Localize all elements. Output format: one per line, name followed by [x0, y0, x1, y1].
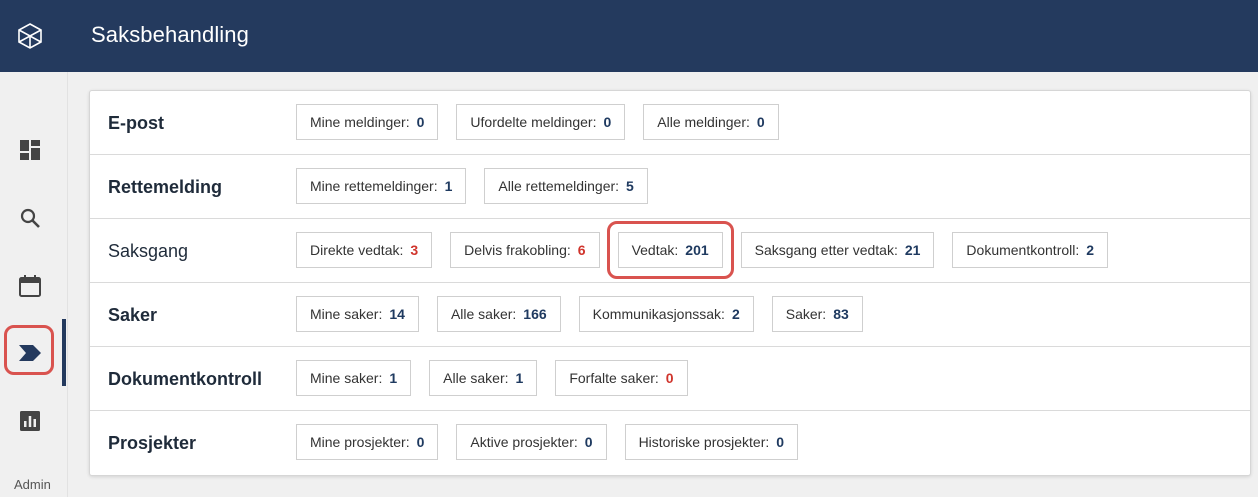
- chip-ufordelte-meldinger[interactable]: Ufordelte meldinger: 0: [456, 104, 626, 140]
- chip-kommunikasjonssak[interactable]: Kommunikasjonssak: 2: [578, 296, 754, 332]
- chip-saker[interactable]: Saker: 83: [771, 296, 863, 332]
- chip-count: 0: [416, 114, 425, 130]
- chip-count: 6: [577, 242, 586, 258]
- chip-historiske-prosjekter[interactable]: Historiske prosjekter: 0: [624, 424, 799, 460]
- section-label: Saksgang: [108, 241, 189, 261]
- chip-count: 0: [416, 434, 425, 450]
- search-icon: [20, 208, 40, 228]
- chip-vedtak-wrapper: Vedtak: 201: [606, 221, 734, 279]
- chip-count: 166: [523, 306, 547, 322]
- sidebar-item-search[interactable]: [0, 196, 60, 240]
- chip-saksgang-etter-vedtak[interactable]: Saksgang etter vedtak: 21: [740, 232, 935, 268]
- chip-count: 1: [515, 370, 524, 386]
- chip-count: 83: [833, 306, 849, 322]
- chip-alle-meldinger[interactable]: Alle meldinger: 0: [643, 104, 779, 140]
- chip-mine-prosjekter[interactable]: Mine prosjekter: 0: [296, 424, 439, 460]
- chip-alle-rettemeldinger[interactable]: Alle rettemeldinger: 5: [484, 168, 648, 204]
- chip-count: 201: [685, 242, 709, 258]
- section-label: Prosjekter: [108, 433, 197, 453]
- top-bar: Saksbehandling: [0, 0, 1258, 72]
- overview-panel: E-post Mine meldinger: 0 Ufordelte meldin…: [89, 90, 1251, 476]
- chip-count: 2: [1086, 242, 1095, 258]
- chip-mine-rettemeldinger[interactable]: Mine rettemeldinger: 1: [296, 168, 467, 204]
- section-label: Dokumentkontroll: [108, 369, 263, 389]
- chip-aktive-prosjekter[interactable]: Aktive prosjekter: 0: [456, 424, 607, 460]
- chip-count: 3: [410, 242, 419, 258]
- chip-count: 0: [603, 114, 612, 130]
- section-dokumentkontroll: Dokumentkontroll Mine saker: 1 Alle saker…: [90, 347, 1250, 411]
- chip-count: 5: [626, 178, 634, 194]
- bar-chart-icon: [20, 411, 40, 431]
- sidebar-item-calendar[interactable]: [0, 264, 60, 308]
- dashboard-icon: [20, 140, 40, 160]
- hexagon-logo-icon[interactable]: [16, 22, 44, 50]
- chip-dokumentkontroll[interactable]: Dokumentkontroll: 2: [952, 232, 1109, 268]
- chip-vedtak[interactable]: Vedtak: 201: [617, 232, 723, 268]
- chip-delvis-frakobling[interactable]: Delvis frakobling: 6: [450, 232, 600, 268]
- sidebar-item-dashboard[interactable]: [0, 128, 60, 172]
- section-label: E-post: [108, 113, 164, 133]
- chip-alle-saker[interactable]: Alle saker: 1: [429, 360, 538, 396]
- chip-count: 14: [389, 306, 405, 322]
- sidebar: Admin: [0, 72, 68, 497]
- section-saker: Saker Mine saker: 14 Alle saker: 166 Kommu…: [90, 283, 1250, 347]
- sidebar-item-reports[interactable]: [0, 399, 60, 443]
- section-label: Saker: [108, 305, 158, 325]
- chip-count: 0: [776, 434, 785, 450]
- admin-link[interactable]: Admin: [14, 477, 51, 492]
- section-e-post: E-post Mine meldinger: 0 Ufordelte meldin…: [90, 91, 1250, 155]
- chip-alle-saker[interactable]: Alle saker: 166: [436, 296, 561, 332]
- chip-forfalte-saker[interactable]: Forfalte saker: 0: [555, 360, 688, 396]
- chip-count: 0: [584, 434, 593, 450]
- chip-direkte-vedtak[interactable]: Direkte vedtak: 3: [296, 232, 433, 268]
- chip-count: 0: [756, 114, 765, 130]
- app-title: Saksbehandling: [91, 22, 249, 47]
- section-prosjekter: Prosjekter Mine prosjekter: 0 Aktive pros…: [90, 411, 1250, 475]
- chip-mine-saker[interactable]: Mine saker: 14: [296, 296, 419, 332]
- calendar-icon: [19, 275, 41, 297]
- chevron-right-icon: [19, 345, 41, 361]
- section-label: Rettemelding: [108, 177, 223, 197]
- chip-mine-saker[interactable]: Mine saker: 1: [296, 360, 412, 396]
- chip-mine-meldinger[interactable]: Mine meldinger: 0: [296, 104, 439, 140]
- active-indicator: [62, 319, 66, 386]
- section-saksgang: Saksgang Direkte vedtak: 3 Delvis frakobl…: [90, 219, 1250, 283]
- chip-count: 2: [731, 306, 740, 322]
- chip-count: 21: [904, 242, 921, 258]
- chip-count: 0: [665, 370, 674, 386]
- chip-count: 1: [444, 178, 453, 194]
- sidebar-item-saksbehandling[interactable]: [0, 331, 60, 375]
- section-rettemelding: Rettemelding Mine rettemeldinger: 1 Alle …: [90, 155, 1250, 219]
- chip-count: 1: [389, 370, 398, 386]
